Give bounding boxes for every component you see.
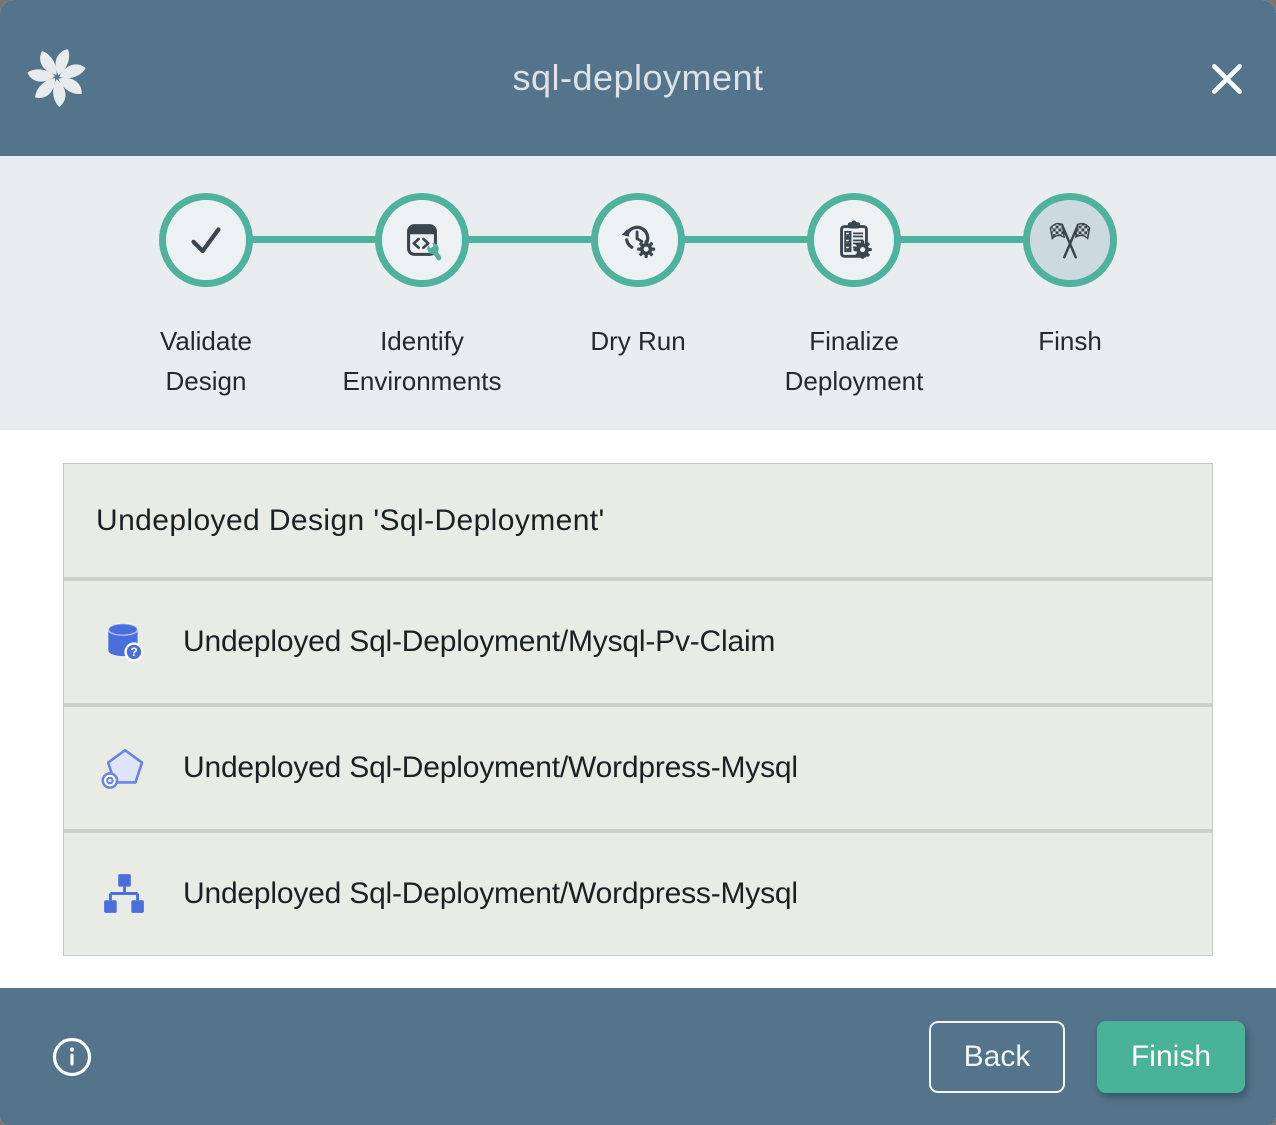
step-circle [591,193,685,287]
list-item: ? Undeployed Sql-Deployment/Mysql-Pv-Cla… [64,581,1212,703]
tree-hierarchy-icon [101,871,147,917]
close-icon [1208,60,1246,98]
step-label: Finsh [990,321,1150,361]
list-item-text: Undeployed Sql-Deployment/Mysql-Pv-Claim [183,625,775,659]
list-item: Undeployed Sql-Deployment/Wordpress-Mysq… [64,707,1212,829]
step-circle [159,193,253,287]
step-circle [375,193,469,287]
checkmark-icon [183,217,229,263]
step-circle [807,193,901,287]
code-window-wrench-icon [399,217,445,263]
clipboard-checklist-gear-icon [831,217,877,263]
step-finalize-deployment: Finalize Deployment [746,193,962,401]
footer-actions: Back Finish [929,1021,1245,1093]
deployment-status-panel: Undeployed Design 'Sql-Deployment' ? Und… [0,430,1276,988]
step-label: Validate Design [126,321,286,401]
list-header-text: Undeployed Design 'Sql-Deployment' [96,504,605,538]
step-validate-design: Validate Design [98,193,314,401]
info-button[interactable] [50,1035,94,1079]
info-icon [50,1035,94,1079]
nirmata-spiral-logo-icon [24,44,90,110]
database-question-icon: ? [101,619,147,665]
dialog-title: sql-deployment [512,57,763,99]
list-item-text: Undeployed Sql-Deployment/Wordpress-Mysq… [183,751,798,785]
step-label: Identify Environments [342,321,502,401]
dialog-header: sql-deployment [0,0,1276,156]
deployment-stepper: Validate Design Identi [0,156,1276,430]
list-item-text: Undeployed Sql-Deployment/Wordpress-Mysq… [183,877,798,911]
step-dry-run: Dry Run [530,193,746,401]
list-item: Undeployed Sql-Deployment/Wordpress-Mysq… [64,833,1212,955]
svg-text:?: ? [130,645,137,659]
back-button[interactable]: Back [929,1021,1065,1093]
sql-deployment-dialog: sql-deployment Validate Design [0,0,1276,1125]
checkered-flags-icon [1047,217,1093,263]
finish-button[interactable]: Finish [1097,1021,1245,1093]
status-list: Undeployed Design 'Sql-Deployment' ? Und… [63,463,1213,956]
dialog-footer: Back Finish [0,988,1276,1125]
step-label: Dry Run [558,321,718,361]
step-label: Finalize Deployment [774,321,934,401]
close-button[interactable] [1204,56,1250,102]
pentagon-tag-icon [101,745,147,791]
step-identify-environments: Identify Environments [314,193,530,401]
clock-refresh-gear-icon [615,217,661,263]
step-finish: Finsh [962,193,1178,401]
step-circle [1023,193,1117,287]
list-header-row: Undeployed Design 'Sql-Deployment' [64,464,1212,577]
